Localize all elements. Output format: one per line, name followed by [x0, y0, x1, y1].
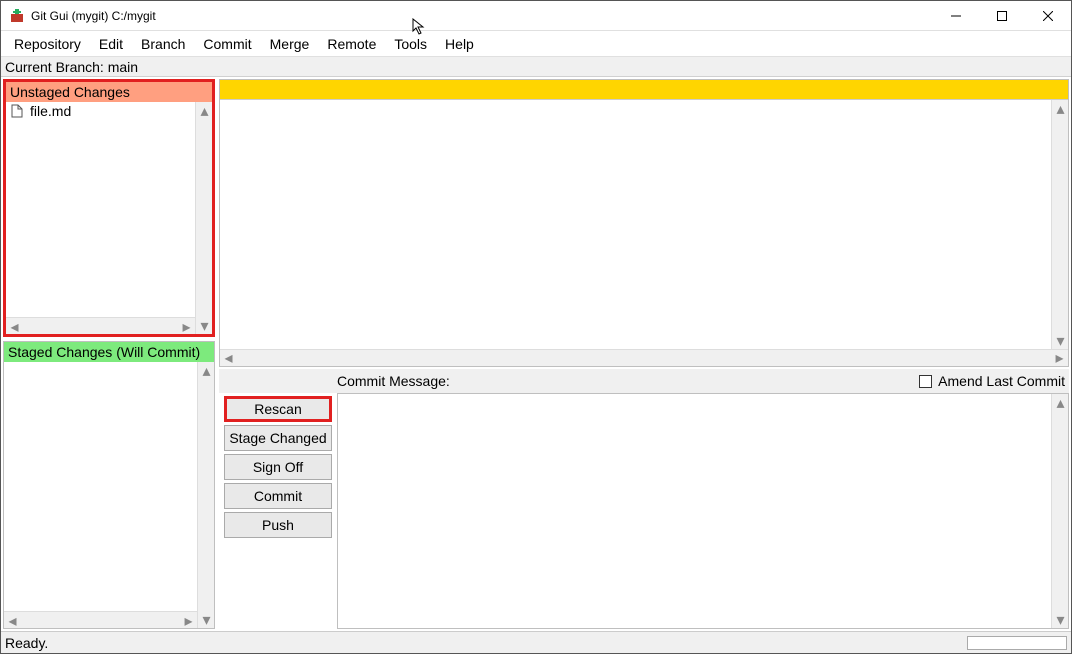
- window-title: Git Gui (mygit) C:/mygit: [31, 9, 156, 23]
- commit-message-label: Commit Message:: [223, 373, 450, 389]
- amend-last-commit-checkbox[interactable]: Amend Last Commit: [919, 373, 1065, 389]
- scroll-down-icon[interactable]: ▾: [1052, 611, 1069, 628]
- current-branch-line: Current Branch: main: [1, 57, 1071, 77]
- scroll-down-icon[interactable]: ▾: [196, 317, 213, 334]
- staged-changes-header: Staged Changes (Will Commit): [4, 342, 214, 362]
- menu-commit[interactable]: Commit: [194, 34, 260, 54]
- maximize-button[interactable]: [979, 1, 1025, 31]
- diff-hscrollbar[interactable]: ◂ ▸: [220, 349, 1068, 366]
- menu-help[interactable]: Help: [436, 34, 483, 54]
- commit-button-strip: Rescan Stage Changed Sign Off Commit Pus…: [219, 393, 337, 629]
- menu-merge[interactable]: Merge: [261, 34, 319, 54]
- app-icon: [9, 8, 25, 24]
- scroll-left-icon[interactable]: ◂: [4, 612, 21, 629]
- staged-hscrollbar[interactable]: ◂ ▸: [4, 611, 197, 628]
- main-area: Unstaged Changes file.md ◂: [1, 77, 1071, 631]
- current-branch-text: Current Branch: main: [5, 59, 138, 75]
- unstaged-changes-header: Unstaged Changes: [6, 82, 212, 102]
- diff-header: [220, 80, 1068, 100]
- staged-changes-panel: Staged Changes (Will Commit) ◂ ▸ ▴ ▾: [3, 341, 215, 629]
- menu-edit[interactable]: Edit: [90, 34, 132, 54]
- diff-text-area[interactable]: [220, 100, 1051, 349]
- stage-changed-button[interactable]: Stage Changed: [224, 425, 332, 451]
- sign-off-button[interactable]: Sign Off: [224, 454, 332, 480]
- unstaged-file-list[interactable]: file.md: [6, 102, 195, 317]
- diff-vscrollbar[interactable]: ▴ ▾: [1051, 100, 1068, 349]
- scroll-down-icon[interactable]: ▾: [1052, 332, 1069, 349]
- scroll-right-icon[interactable]: ▸: [178, 318, 195, 335]
- menu-remote[interactable]: Remote: [318, 34, 385, 54]
- commit-header: Commit Message: Amend Last Commit: [219, 369, 1069, 393]
- scroll-right-icon[interactable]: ▸: [180, 612, 197, 629]
- menu-tools[interactable]: Tools: [385, 34, 436, 54]
- unstaged-changes-panel: Unstaged Changes file.md ◂: [3, 79, 215, 337]
- minimize-button[interactable]: [933, 1, 979, 31]
- scroll-up-icon[interactable]: ▴: [1052, 100, 1069, 117]
- left-column: Unstaged Changes file.md ◂: [1, 77, 217, 631]
- staged-vscrollbar[interactable]: ▴ ▾: [197, 362, 214, 628]
- progress-well: [967, 636, 1067, 650]
- scroll-left-icon[interactable]: ◂: [220, 350, 237, 366]
- commit-button[interactable]: Commit: [224, 483, 332, 509]
- commit-msg-vscrollbar[interactable]: ▴ ▾: [1051, 394, 1068, 628]
- commit-area: Commit Message: Amend Last Commit Rescan…: [219, 369, 1069, 629]
- scroll-up-icon[interactable]: ▴: [198, 362, 215, 379]
- push-button[interactable]: Push: [224, 512, 332, 538]
- status-text: Ready.: [5, 635, 48, 651]
- diff-viewer: ▴ ▾ ◂ ▸: [219, 79, 1069, 367]
- checkbox-icon: [919, 375, 932, 388]
- menu-branch[interactable]: Branch: [132, 34, 194, 54]
- staged-file-list[interactable]: [4, 362, 197, 611]
- commit-message-area: ▴ ▾: [337, 393, 1069, 629]
- scroll-right-icon[interactable]: ▸: [1051, 350, 1068, 366]
- scroll-left-icon[interactable]: ◂: [6, 318, 23, 335]
- menubar: Repository Edit Branch Commit Merge Remo…: [1, 31, 1071, 57]
- amend-label: Amend Last Commit: [938, 373, 1065, 389]
- right-column: ▴ ▾ ◂ ▸ Commit Message:: [217, 77, 1071, 631]
- unstaged-hscrollbar[interactable]: ◂ ▸: [6, 317, 195, 334]
- file-name: file.md: [30, 103, 71, 119]
- scroll-down-icon[interactable]: ▾: [198, 611, 215, 628]
- app-window: Git Gui (mygit) C:/mygit Repository Edit…: [0, 0, 1072, 654]
- file-icon: [10, 104, 24, 118]
- statusbar: Ready.: [1, 631, 1071, 653]
- unstaged-vscrollbar[interactable]: ▴ ▾: [195, 102, 212, 334]
- scroll-up-icon[interactable]: ▴: [196, 102, 213, 119]
- list-item[interactable]: file.md: [6, 102, 195, 120]
- menu-repository[interactable]: Repository: [5, 34, 90, 54]
- commit-message-input[interactable]: [338, 394, 1051, 628]
- close-button[interactable]: [1025, 1, 1071, 31]
- scroll-up-icon[interactable]: ▴: [1052, 394, 1069, 411]
- titlebar: Git Gui (mygit) C:/mygit: [1, 1, 1071, 31]
- rescan-button[interactable]: Rescan: [224, 396, 332, 422]
